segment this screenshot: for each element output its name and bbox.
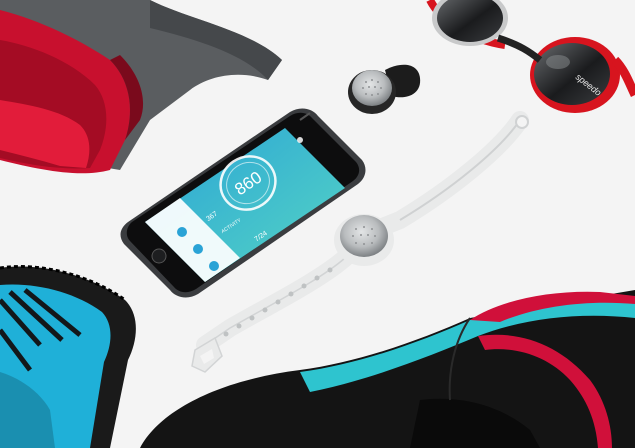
product-photo: speedo 860 ACTIVITY 367 7/24 [0,0,635,448]
hand-paddle [0,265,136,448]
photo-canvas: speedo 860 ACTIVITY 367 7/24 [0,0,635,448]
